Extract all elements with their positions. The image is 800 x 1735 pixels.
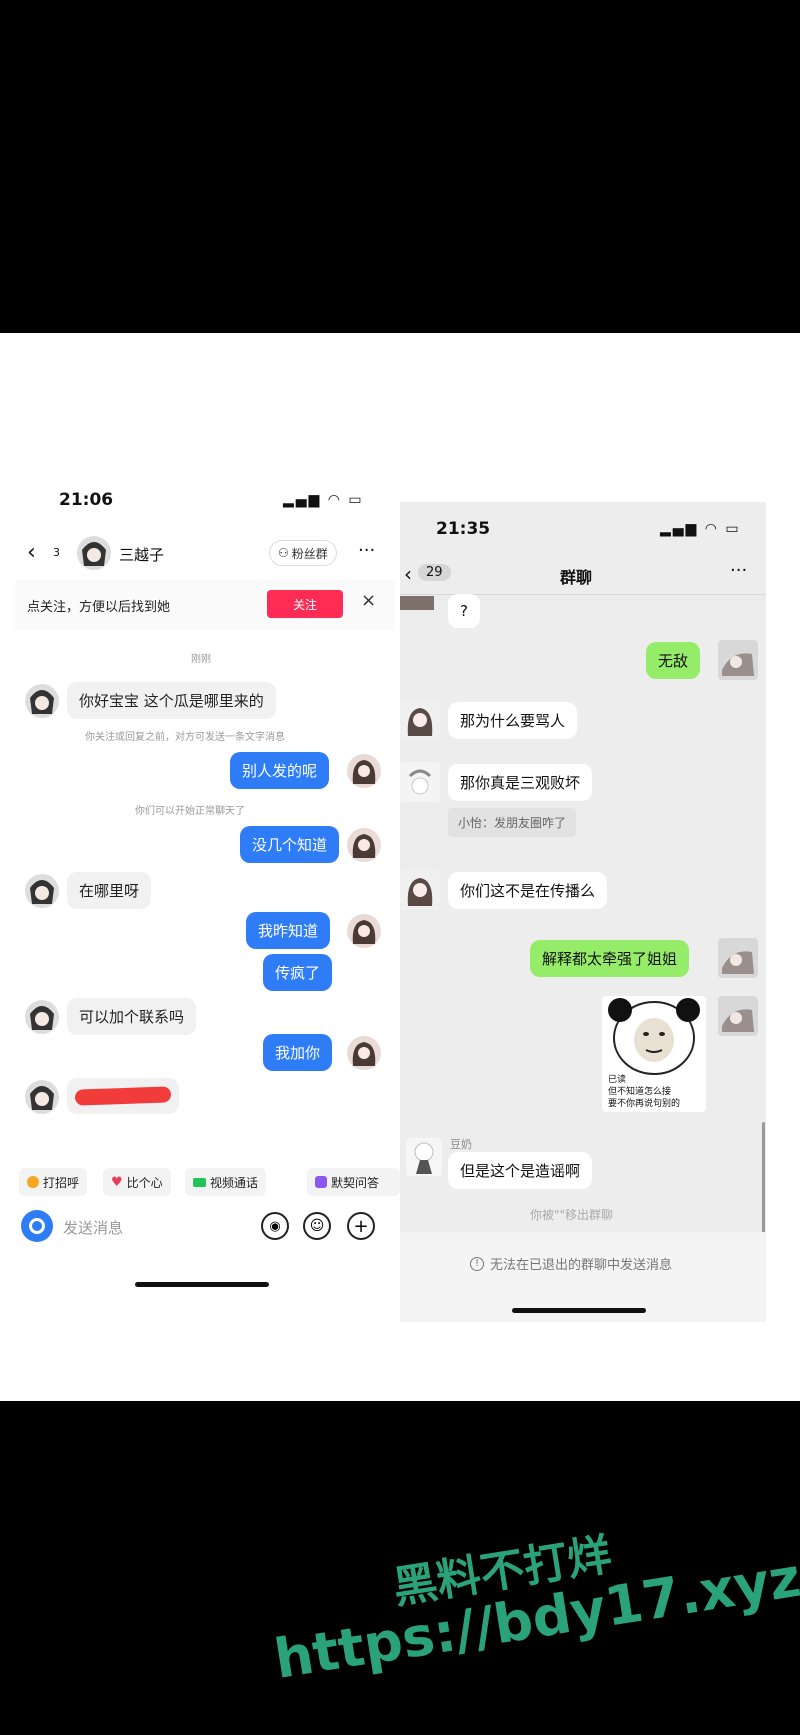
message-in: 但是这个是造谣啊 <box>448 1152 593 1189</box>
message-in: 那为什么要骂人 <box>448 702 578 739</box>
meme-caption: 已读 但不知道怎么接 要不你再说句别的 <box>608 1075 681 1109</box>
member-avatar <box>400 596 434 610</box>
status-icons: ▂▄▆ ◠ ▭ <box>660 521 741 537</box>
home-indicator <box>135 1282 269 1287</box>
message-in: 你们这不是在传播么 <box>448 872 608 909</box>
timestamp: 刚刚 <box>191 654 211 665</box>
quiz-icon <box>315 1176 327 1188</box>
unread-count: 3 <box>53 546 60 559</box>
emoji-icon[interactable]: ☺ <box>303 1212 331 1240</box>
my-avatar <box>718 640 758 680</box>
quick-action-greet[interactable]: 打招呼 <box>19 1168 88 1196</box>
back-icon[interactable]: ‹ <box>27 540 36 565</box>
member-avatar <box>400 762 440 802</box>
contact-avatar <box>25 684 59 718</box>
fans-group-button[interactable]: ⚇ 粉丝群 <box>269 540 337 566</box>
message-out: 我昨知道 <box>246 912 331 949</box>
scrollbar[interactable] <box>762 1122 765 1238</box>
contact-avatar[interactable] <box>77 536 111 570</box>
quick-action-video-call[interactable]: 视频通话 <box>185 1168 267 1196</box>
my-avatar <box>347 754 381 788</box>
sender-name: 豆奶 <box>450 1138 472 1151</box>
camera-icon <box>29 1218 45 1234</box>
redacted-message <box>67 1078 179 1114</box>
meme-sticker[interactable]: 已读 但不知道怎么接 要不你再说句别的 <box>602 996 706 1112</box>
group-chat-screenshot: 21:35 ▂▄▆ ◠ ▭ ‹ 29 群聊 ··· ? 无敌 那为什么要骂人 那… <box>400 502 766 1322</box>
message-out: 无敌 <box>646 642 701 679</box>
member-avatar <box>400 870 440 910</box>
back-icon[interactable]: ‹ <box>404 562 412 586</box>
footer-note: ! 无法在已退出的群聊中发送消息 <box>470 1254 672 1273</box>
heart-icon: ♥ <box>111 1174 123 1190</box>
contact-avatar <box>25 874 59 908</box>
message-out: 别人发的呢 <box>230 752 330 789</box>
quick-action-quiz[interactable]: 默契问答 <box>307 1168 400 1196</box>
my-avatar <box>347 1036 381 1070</box>
follow-button[interactable]: 关注 <box>267 590 343 618</box>
message-input[interactable]: 发送消息 <box>63 1217 123 1238</box>
add-icon[interactable]: + <box>347 1212 375 1240</box>
close-icon[interactable]: × <box>361 590 376 611</box>
home-indicator <box>512 1308 646 1313</box>
removed-note: 你被""移出群聊 <box>530 1208 614 1222</box>
message-in: 可以加个联系吗 <box>67 998 197 1035</box>
more-icon[interactable]: ··· <box>358 540 375 561</box>
my-avatar <box>347 914 381 948</box>
dm-screenshot: 21:06 ▂▄▆ ◠ ▭ ‹ 3 三越子 ⚇ 粉丝群 ··· 点关注，方便以后找… <box>15 480 400 1290</box>
system-note: 你关注或回复之前，对方可发送一条文字消息 <box>85 732 285 743</box>
message-out: 没几个知道 <box>240 826 340 863</box>
more-icon[interactable]: ··· <box>730 560 747 581</box>
member-avatar <box>400 700 440 740</box>
member-avatar-douna <box>406 1138 442 1176</box>
contact-avatar <box>25 1000 59 1034</box>
follow-banner-text: 点关注，方便以后找到她 <box>27 600 171 615</box>
system-note: 你们可以开始正常聊天了 <box>135 806 245 817</box>
contact-name: 三越子 <box>119 546 165 564</box>
message-in: 你好宝宝 这个瓜是哪里来的 <box>67 682 276 719</box>
quick-action-heart[interactable]: ♥ 比个心 <box>103 1168 171 1196</box>
my-avatar <box>347 828 381 862</box>
panda-face-icon <box>608 998 700 1075</box>
quoted-reply: 小怡：发朋友圈咋了 <box>448 808 577 837</box>
status-time: 21:35 <box>436 519 491 539</box>
unread-count: 29 <box>418 564 451 581</box>
message-in: 那你真是三观败坏 <box>448 764 593 801</box>
voice-icon[interactable]: ◉ <box>261 1212 289 1240</box>
status-time: 21:06 <box>59 490 114 510</box>
camera-button[interactable] <box>21 1210 53 1242</box>
page-title: 群聊 <box>560 568 593 587</box>
message-out: 解释都太牵强了姐姐 <box>530 940 690 977</box>
contact-avatar <box>25 1080 59 1114</box>
status-icons: ▂▄▆ ◠ ▭ <box>283 492 364 508</box>
my-avatar <box>718 996 758 1036</box>
message-out: 我加你 <box>263 1034 333 1071</box>
video-icon <box>193 1177 206 1187</box>
message-in: 在哪里呀 <box>67 872 152 909</box>
info-icon: ! <box>470 1256 484 1271</box>
message-in: ? <box>448 594 480 628</box>
redaction-mark <box>74 1086 172 1106</box>
group-icon: ⚇ <box>278 546 289 560</box>
message-out: 传疯了 <box>263 954 333 991</box>
my-avatar <box>718 938 758 978</box>
wave-icon <box>27 1176 39 1188</box>
